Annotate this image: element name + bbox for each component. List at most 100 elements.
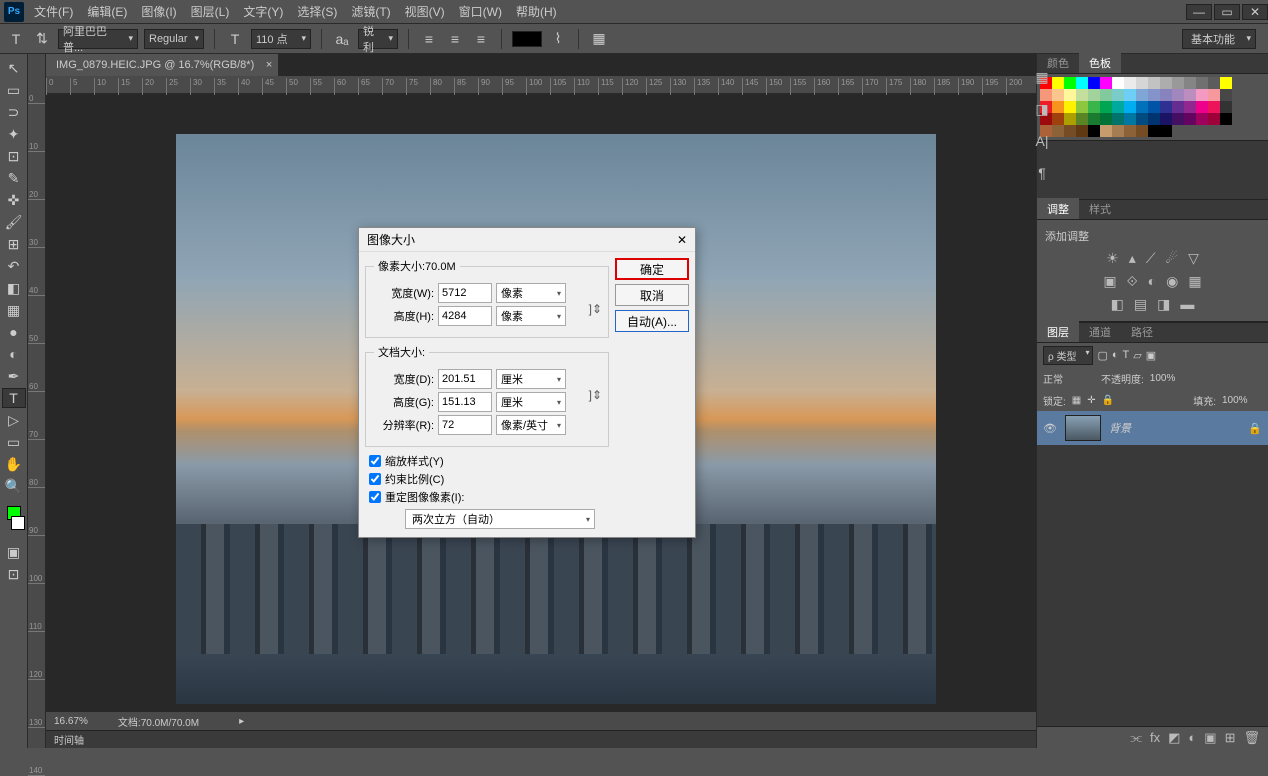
swatch-cell[interactable] [1208,101,1220,113]
swatch-cell[interactable] [1172,125,1184,137]
swatch-cell[interactable] [1160,113,1172,125]
swatch-cell[interactable] [1064,125,1076,137]
swatch-cell[interactable] [1076,101,1088,113]
swatch-cell[interactable] [1076,113,1088,125]
filter-adjust-icon[interactable]: ◐ [1112,349,1119,361]
swatch-cell[interactable] [1160,101,1172,113]
close-window-button[interactable]: ✕ [1242,4,1268,20]
info-menu-icon[interactable]: ▸ [239,716,244,727]
lock-position-icon[interactable]: ✛ [1087,395,1095,406]
menu-layer[interactable]: 图层(L) [191,3,230,20]
invert-icon[interactable]: ◧ [1111,296,1124,313]
vibrance-icon[interactable]: ▽ [1188,250,1199,267]
swatch-cell[interactable] [1184,89,1196,101]
swatch-cell[interactable] [1160,77,1172,89]
swatch-cell[interactable] [1148,101,1160,113]
swatch-cell[interactable] [1064,77,1076,89]
swatch-cell[interactable] [1172,89,1184,101]
channel-mixer-icon[interactable]: ▦ [1188,273,1201,290]
layer-name[interactable]: 背景 [1109,420,1131,436]
swatch-cell[interactable] [1064,113,1076,125]
shape-tool[interactable]: ▭ [2,432,26,452]
swatch-cell[interactable] [1088,113,1100,125]
maximize-button[interactable]: ▭ [1214,4,1240,20]
exposure-icon[interactable]: ☄ [1166,250,1179,267]
filter-image-icon[interactable]: ▢ [1097,349,1107,362]
gradient-tool[interactable]: ▦ [2,300,26,320]
height-cm-unit[interactable]: 厘米 [496,392,566,412]
styles-tab[interactable]: 样式 [1079,198,1121,219]
curves-icon[interactable]: ⟋ [1146,250,1156,267]
swatch-cell[interactable] [1148,77,1160,89]
swatches-grid[interactable] [1037,74,1268,140]
adjustments-tab[interactable]: 调整 [1037,198,1079,219]
swatch-cell[interactable] [1172,77,1184,89]
character-icon[interactable]: A| [1032,126,1052,156]
healing-tool[interactable]: ✜ [2,190,26,210]
swatch-cell[interactable] [1172,113,1184,125]
filter-type-icon[interactable]: T [1123,349,1130,361]
menu-filter[interactable]: 滤镜(T) [351,3,390,20]
swatch-cell[interactable] [1100,113,1112,125]
align-left-icon[interactable]: ≡ [419,29,439,49]
font-style-select[interactable]: Regular [144,29,204,49]
link-layers-icon[interactable]: ⫘ [1130,730,1142,746]
swatch-cell[interactable] [1208,113,1220,125]
swatch-cell[interactable] [1184,113,1196,125]
height-px-input[interactable] [438,306,492,326]
align-center-icon[interactable]: ≡ [445,29,465,49]
blend-mode-select[interactable]: 正常 [1043,371,1095,386]
history-brush-tool[interactable]: ↶ [2,256,26,276]
swatch-cell[interactable] [1196,89,1208,101]
paths-tab[interactable]: 路径 [1121,321,1163,342]
swatch-cell[interactable] [1112,113,1124,125]
swatch-cell[interactable] [1112,125,1124,137]
opacity-input[interactable]: 100% [1150,373,1190,384]
swatch-cell[interactable] [1112,101,1124,113]
resolution-input[interactable] [438,415,492,435]
swatch-cell[interactable] [1076,125,1088,137]
dialog-close-icon[interactable]: ✕ [677,233,687,247]
stamp-tool[interactable]: ⊞ [2,234,26,254]
layer-row-background[interactable]: 👁 背景 🔒 [1037,411,1268,445]
link-doc-icon[interactable]: ]⇕ [589,388,602,402]
screenmode-tool[interactable]: ⊡ [2,564,26,584]
new-layer-icon[interactable]: ⊞ [1225,730,1236,746]
constrain-checkbox[interactable] [369,473,381,485]
layer-filter-type[interactable]: ρ 类型 [1043,346,1093,365]
cancel-button[interactable]: 取消 [615,284,689,306]
styles-icon[interactable]: ◨ [1032,94,1052,124]
swatch-cell[interactable] [1160,125,1172,137]
resample-checkbox[interactable] [369,491,381,503]
toggle-orientation-icon[interactable]: ⇅ [32,29,52,49]
align-right-icon[interactable]: ≡ [471,29,491,49]
auto-button[interactable]: 自动(A)... [615,310,689,332]
dodge-tool[interactable]: ◐ [2,344,26,364]
filter-smart-icon[interactable]: ▣ [1146,349,1156,362]
swatch-cell[interactable] [1124,113,1136,125]
swatch-cell[interactable] [1172,101,1184,113]
fill-input[interactable]: 100% [1222,395,1262,406]
move-tool[interactable]: ↖ [2,58,26,78]
width-cm-unit[interactable]: 厘米 [496,369,566,389]
delete-layer-icon[interactable]: 🗑 [1243,730,1260,746]
font-size-select[interactable]: 110 点 [251,29,311,49]
swatch-cell[interactable] [1184,125,1196,137]
resolution-unit[interactable]: 像素/英寸 [496,415,566,435]
swatch-cell[interactable] [1220,101,1232,113]
pen-tool[interactable]: ✒ [2,366,26,386]
swatch-cell[interactable] [1136,113,1148,125]
swatch-cell[interactable] [1112,77,1124,89]
swatch-cell[interactable] [1064,89,1076,101]
menu-edit[interactable]: 编辑(E) [87,3,127,20]
lock-pixels-icon[interactable]: ▦ [1072,395,1081,406]
swatch-cell[interactable] [1184,77,1196,89]
swatch-cell[interactable] [1100,101,1112,113]
eyedropper-tool[interactable]: ✎ [2,168,26,188]
close-tab-icon[interactable]: × [266,59,272,71]
width-cm-input[interactable] [438,369,492,389]
dialog-titlebar[interactable]: 图像大小 ✕ [359,228,695,252]
layer-mask-icon[interactable]: ◩ [1168,730,1180,746]
resample-method-select[interactable]: 两次立方（自动） [405,509,595,529]
anti-alias-select[interactable]: 锐利 [358,29,398,49]
